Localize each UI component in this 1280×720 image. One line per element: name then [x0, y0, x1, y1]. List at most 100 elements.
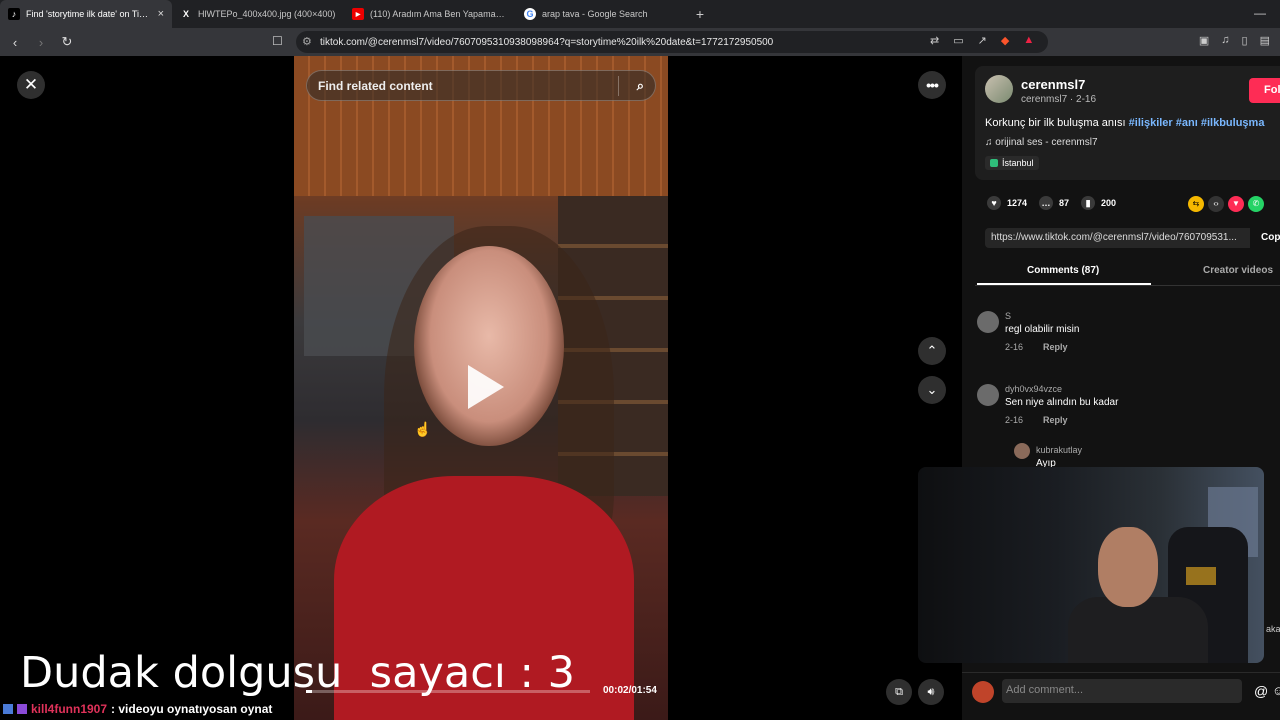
- video-frame-face: [414, 246, 564, 446]
- search-divider: [618, 76, 619, 96]
- comment-count: 87: [1059, 198, 1070, 208]
- post-description: Korkunç bir ilk buluşma anısı #ilişkiler…: [985, 117, 1264, 129]
- comment-text: regl olabilir misin: [1005, 324, 1080, 335]
- like-count: 1274: [1007, 198, 1028, 208]
- play-icon[interactable]: [468, 365, 504, 409]
- video-link-field[interactable]: https://www.tiktok.com/@cerenmsl7/video/…: [985, 228, 1250, 248]
- translate-icon[interactable]: ⇄: [930, 34, 939, 47]
- streamer-webcam: [918, 467, 1264, 663]
- minimize-icon[interactable]: —: [1254, 6, 1266, 20]
- music-note-icon: ♫: [985, 137, 996, 148]
- reply-button[interactable]: Reply: [1043, 342, 1068, 352]
- music-title: orijinal ses - cerenmsl7: [995, 137, 1098, 148]
- url-action-icons: ⇄ ▭ ↗ ◆ ▲: [930, 34, 1034, 47]
- like-button[interactable]: ♥ 1274: [987, 196, 1027, 210]
- copy-link-button[interactable]: Copy: [1255, 228, 1280, 248]
- more-options-icon[interactable]: •••: [918, 71, 946, 99]
- bookmark-icon[interactable]: ☐: [272, 34, 283, 48]
- close-tab-icon[interactable]: ×: [158, 8, 164, 20]
- comment-date: 2-16: [1005, 342, 1024, 352]
- send-icon[interactable]: ▼: [1228, 196, 1244, 212]
- tab-comments[interactable]: Comments (87): [1027, 265, 1099, 276]
- media-icon[interactable]: ♫: [1221, 34, 1229, 47]
- stream-chat-line: kill4funn1907 : videoyu oynatıyosan oyna…: [3, 702, 272, 716]
- comment-icon: …: [1039, 196, 1054, 210]
- tab-title: HlWTEPo_400x400.jpg (400×400): [198, 9, 336, 19]
- reply-button[interactable]: Reply: [1043, 415, 1068, 425]
- chat-username: kill4funn1907: [31, 702, 108, 716]
- avatar[interactable]: [977, 384, 999, 406]
- avatar[interactable]: [1014, 443, 1030, 459]
- webcam-shirt: [1068, 597, 1208, 663]
- avatar[interactable]: [985, 75, 1013, 103]
- reload-icon[interactable]: ↻: [56, 34, 78, 50]
- comment-username[interactable]: S: [1005, 311, 1011, 321]
- comment-item: dyh0vx94vzce Sen niye alındın bu kadar 2…: [977, 384, 1277, 428]
- avatar: [972, 681, 994, 703]
- chat-message: : videoyu oynatıyosan oynat: [111, 702, 273, 716]
- follow-button[interactable]: Fol: [1249, 78, 1280, 103]
- browser-tab-bar: ♪ Find 'storytime ilk date' on TikTo × X…: [0, 0, 1280, 28]
- pip-icon[interactable]: ⧉: [886, 679, 912, 705]
- mention-icon[interactable]: @: [1254, 683, 1268, 699]
- repost-icon[interactable]: ⇆: [1188, 196, 1204, 212]
- brave-shield-icon[interactable]: ◆: [1001, 34, 1009, 47]
- volume-icon[interactable]: 🔊︎: [918, 679, 944, 705]
- save-button[interactable]: ▮ 200: [1081, 196, 1116, 210]
- author-subline: cerenmsl7 · 2-16: [1021, 94, 1097, 105]
- site-info-icon[interactable]: ⚙: [302, 35, 312, 48]
- comment-date: 2-16: [1005, 415, 1024, 425]
- embed-icon[interactable]: ‹›: [1208, 196, 1224, 212]
- emoji-icon[interactable]: ☺: [1272, 683, 1280, 698]
- author-username[interactable]: cerenmsl7: [1021, 77, 1085, 92]
- tab-creator-videos[interactable]: Creator videos: [1203, 265, 1273, 276]
- browser-tab-x[interactable]: X HlWTEPo_400x400.jpg (400×400): [172, 0, 344, 28]
- bookmark-icon: ▮: [1081, 196, 1096, 210]
- screenshot-icon[interactable]: ▣: [1199, 34, 1209, 47]
- share-icon[interactable]: ↗: [978, 34, 987, 47]
- search-icon[interactable]: ⌕: [637, 78, 644, 94]
- tab-title: (110) Aradım Ama Ben Yapamam - Y: [370, 9, 508, 19]
- browser-tab-tiktok[interactable]: ♪ Find 'storytime ilk date' on TikTo ×: [0, 0, 172, 28]
- comment-button[interactable]: … 87: [1039, 196, 1069, 210]
- wallet-icon[interactable]: ▤: [1260, 34, 1270, 47]
- heart-icon: ♥: [987, 196, 1001, 210]
- truncated-text: aka: [1266, 624, 1280, 634]
- location-label: İstanbul: [1002, 158, 1034, 168]
- comment-text: Sen niye alındın bu kadar: [1005, 397, 1119, 408]
- save-count: 200: [1101, 198, 1117, 208]
- close-icon[interactable]: ✕: [17, 71, 45, 99]
- webcam-person: [1098, 527, 1158, 607]
- description-text: Korkunç bir ilk buluşma anısı: [985, 117, 1129, 129]
- whatsapp-icon[interactable]: ✆: [1248, 196, 1264, 212]
- back-icon[interactable]: ‹: [4, 35, 26, 50]
- tiktok-icon: ♪: [8, 8, 20, 20]
- avatar[interactable]: [977, 311, 999, 333]
- mouse-cursor-icon: ☝: [414, 421, 432, 437]
- browser-tab-google[interactable]: G arap tava - Google Search: [516, 0, 688, 28]
- panel-tabs: Comments (87) Creator videos: [975, 262, 1280, 286]
- hashtag-link[interactable]: #ilişkiler: [1129, 117, 1173, 129]
- comment-username[interactable]: dyh0vx94vzce: [1005, 384, 1062, 394]
- toolbar-icons: ▣ ♫ ▯ ▤: [1199, 34, 1270, 47]
- new-tab-button[interactable]: +: [688, 6, 712, 22]
- url-text: tiktok.com/@cerenmsl7/video/760709531093…: [320, 36, 774, 48]
- forward-icon[interactable]: ›: [30, 35, 52, 50]
- engagement-stats: ♥ 1274 … 87 ▮ 200: [987, 196, 1116, 210]
- find-related-search[interactable]: Find related content ⌕: [306, 70, 656, 101]
- hashtag-link[interactable]: #anı: [1176, 117, 1198, 129]
- cast-icon[interactable]: ▭: [953, 34, 963, 47]
- reply-username[interactable]: kubrakutlay: [1036, 445, 1082, 455]
- add-comment-input[interactable]: Add comment...: [1002, 679, 1242, 703]
- hashtag-link[interactable]: #ilkbuluşma: [1201, 117, 1265, 129]
- browser-tab-youtube[interactable]: ▶ (110) Aradım Ama Ben Yapamam - Y: [344, 0, 516, 28]
- comment-item: S regl olabilir misin 2-16 Reply: [977, 311, 1277, 355]
- sidebar-icon[interactable]: ▯: [1242, 34, 1248, 47]
- location-tag[interactable]: İstanbul: [985, 156, 1039, 170]
- next-video-icon[interactable]: ⌄: [918, 376, 946, 404]
- brave-rewards-icon[interactable]: ▲: [1023, 34, 1034, 47]
- previous-video-icon[interactable]: ⌃: [918, 337, 946, 365]
- address-bar-row: ‹ › ↻ ☐ ⚙ tiktok.com/@cerenmsl7/video/76…: [0, 28, 1280, 56]
- add-comment-bar: Add comment... @ ☺: [962, 672, 1280, 720]
- music-link[interactable]: ♫ orijinal ses - cerenmsl7: [985, 137, 1098, 148]
